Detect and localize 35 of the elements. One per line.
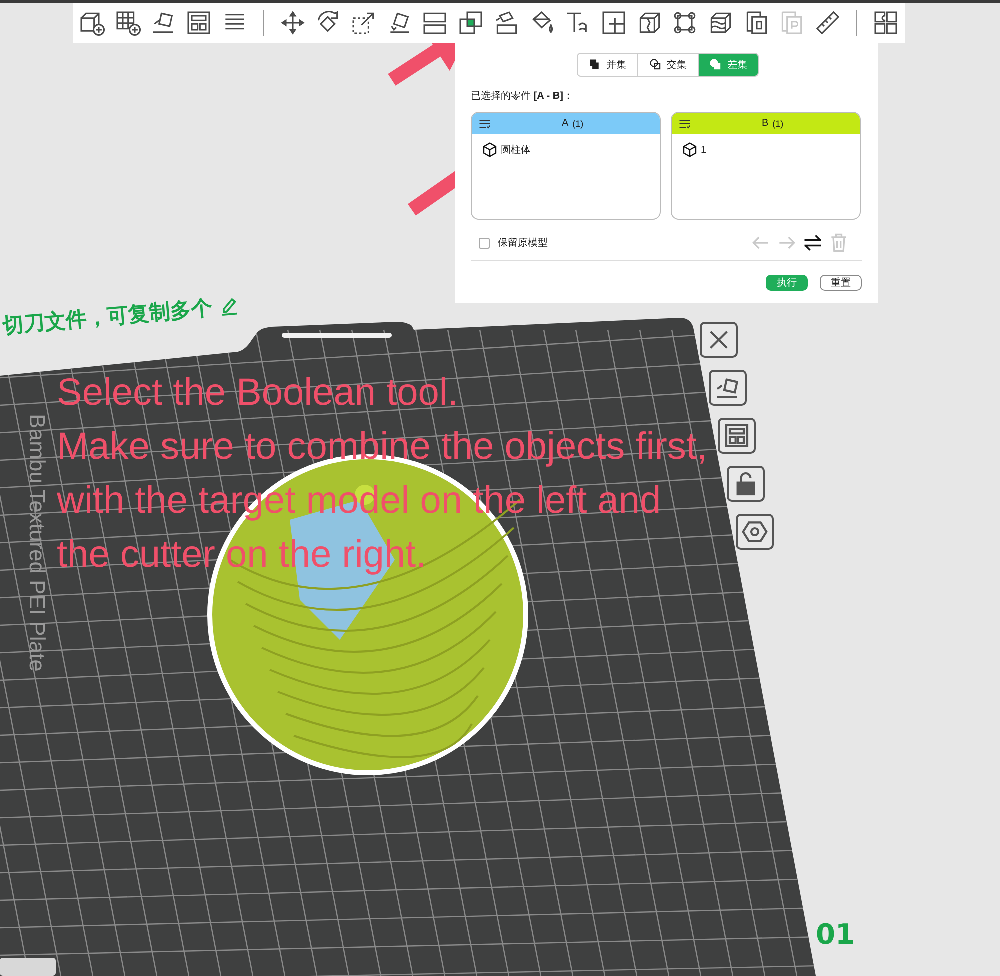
plate-tool-button[interactable] xyxy=(718,418,756,454)
plate-label: Bambu Textured PEI Plate xyxy=(24,413,50,674)
intersection-icon xyxy=(648,58,663,72)
tab[interactable]: 并集 xyxy=(578,54,638,76)
corner-panel xyxy=(0,958,56,976)
tool-icon xyxy=(278,9,307,37)
checkbox[interactable] xyxy=(479,238,490,248)
selection-label: 已选择的零件 [A - B]： xyxy=(471,90,574,103)
tool-icon xyxy=(114,9,142,37)
plate-tool-button[interactable] xyxy=(727,466,765,502)
tool-icon xyxy=(185,9,214,37)
checkbox-label: 保留原模型 xyxy=(498,236,548,250)
annotation-text: Select the Boolean tool. xyxy=(57,371,460,416)
plate-note: 切刀文件，可复制多个 xyxy=(2,294,214,340)
cube-icon xyxy=(482,142,498,158)
list-title: B xyxy=(762,118,769,129)
tool-icon xyxy=(600,9,628,37)
list-count: (1) xyxy=(572,118,584,128)
plate-tool-button[interactable] xyxy=(709,370,747,406)
swap-icon[interactable] xyxy=(802,232,824,254)
cube-icon xyxy=(682,142,698,158)
list-title: A xyxy=(562,118,569,129)
tool-icon xyxy=(872,9,900,37)
tool-icon xyxy=(814,9,842,37)
part-name[interactable]: 圆柱体 xyxy=(501,143,531,157)
reset-button[interactable]: 重置 xyxy=(820,275,862,291)
tool-icon xyxy=(457,9,486,37)
difference-icon xyxy=(709,58,724,72)
plate-tool-button[interactable] xyxy=(700,322,738,358)
list-count: (1) xyxy=(772,118,784,128)
plate-tool-button[interactable] xyxy=(736,514,774,550)
part-name[interactable]: 1 xyxy=(701,144,707,156)
arrange-icon xyxy=(723,422,751,450)
annotation-text: Make sure to combine the objects first, xyxy=(57,425,708,470)
plate-number: 01 xyxy=(816,918,855,951)
